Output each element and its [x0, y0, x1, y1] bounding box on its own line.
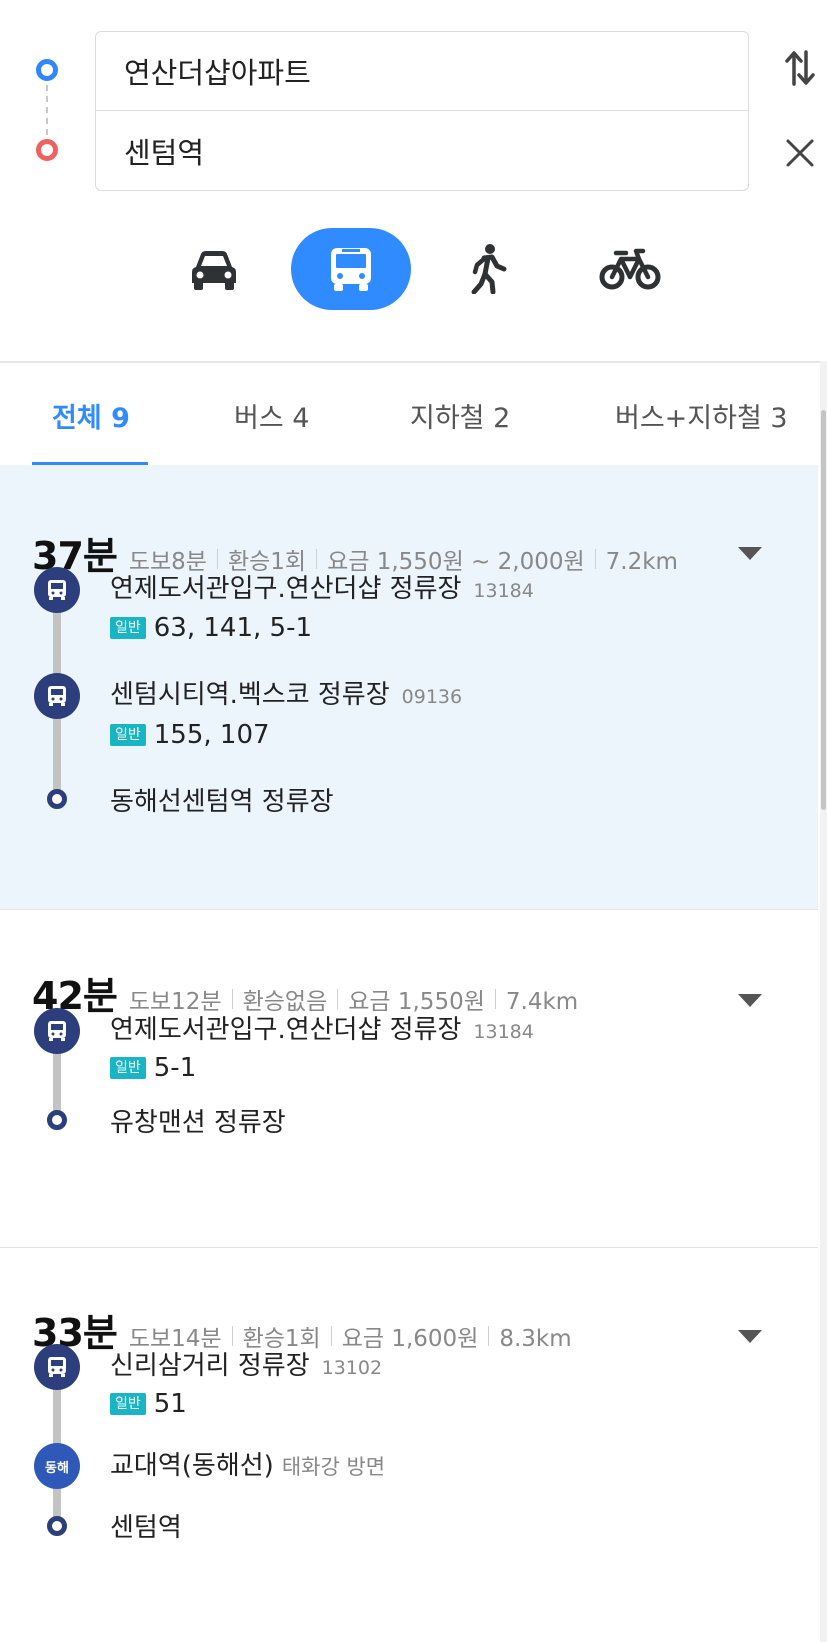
tab-all[interactable]: 전체 9	[52, 363, 130, 467]
bus-numbers: 일반 63, 141, 5-1	[110, 613, 312, 643]
meta-separator	[231, 989, 233, 1009]
route-distance: 7.2km	[605, 549, 678, 575]
transport-mode-selector	[0, 228, 827, 310]
bike-icon	[599, 248, 661, 290]
bus-numbers: 일반 155, 107	[110, 720, 270, 750]
arrival-marker-icon	[47, 1516, 67, 1536]
walk-icon	[471, 244, 507, 294]
stop-name: 연제도서관입구.연산더샵 정류장	[110, 574, 462, 604]
boarding-stop[interactable]: 연제도서관입구.연산더샵 정류장 13184	[110, 1009, 534, 1046]
meta-separator	[231, 1326, 233, 1346]
bus-type-badge: 일반	[110, 1393, 146, 1415]
meta-separator	[494, 989, 496, 1009]
mode-bike-button[interactable]	[590, 228, 670, 310]
chevron-down-icon	[738, 994, 762, 1007]
clear-button[interactable]	[778, 131, 822, 175]
swap-arrows-icon	[785, 50, 815, 86]
arrival-stop: 센텀역	[110, 1513, 182, 1543]
meta-separator	[488, 1326, 490, 1346]
transfer-stop[interactable]: 센텀시티역.벡스코 정류장 09136	[110, 674, 462, 711]
bus-icon	[48, 1021, 66, 1041]
meta-separator	[330, 1326, 332, 1346]
rail-direction: 태화강 방면	[281, 1455, 386, 1479]
route-summary: 37분 도보8분 환승1회 요금 1,550원 ~ 2,000원 7.2km	[32, 525, 678, 578]
mode-car-button[interactable]	[178, 228, 250, 310]
route-summary: 42분 도보12분 환승없음 요금 1,550원 7.4km	[32, 965, 578, 1018]
arrival-marker-icon	[47, 1110, 67, 1130]
stop-id: 13102	[321, 1357, 383, 1379]
stop-name: 센텀시티역.벡스코 정류장	[110, 680, 390, 710]
expand-route-button[interactable]	[736, 543, 764, 563]
stop-id: 13184	[473, 580, 534, 602]
close-icon	[786, 139, 814, 167]
bus-type-badge: 일반	[110, 617, 146, 639]
expand-route-button[interactable]	[736, 990, 764, 1010]
mode-transit-button[interactable]	[291, 228, 411, 310]
rail-line-badge: 동해	[34, 1443, 80, 1489]
bus-stop-badge	[34, 1344, 80, 1390]
tab-bus-subway[interactable]: 버스+지하철 3	[615, 363, 788, 467]
car-icon	[192, 251, 236, 290]
tab-subway[interactable]: 지하철 2	[410, 363, 510, 467]
bus-number-list: 51	[153, 1389, 187, 1419]
boarding-stop[interactable]: 신리삼거리 정류장 13102	[110, 1345, 382, 1382]
bus-numbers: 일반 51	[110, 1389, 187, 1419]
arrival-marker-icon	[47, 789, 67, 809]
bus-stop-badge	[34, 567, 80, 613]
bus-type-badge: 일반	[110, 1057, 146, 1079]
route-connector-line	[46, 85, 48, 135]
station-name: 교대역(동해선)	[110, 1451, 274, 1481]
bus-icon	[331, 248, 371, 291]
meta-separator	[337, 989, 339, 1009]
route-card[interactable]: 37분 도보8분 환승1회 요금 1,550원 ~ 2,000원 7.2km 연…	[0, 465, 818, 910]
tab-bus[interactable]: 버스 4	[234, 363, 309, 467]
route-distance: 8.3km	[499, 1326, 572, 1352]
route-card[interactable]: 42분 도보12분 환승없음 요금 1,550원 7.4km 연제도서관입구.연…	[0, 911, 818, 1248]
bus-stop-badge	[34, 1008, 80, 1054]
stop-name: 신리삼거리 정류장	[110, 1351, 310, 1381]
origin-input[interactable]: 연산더샵아파트	[95, 31, 749, 111]
stop-id: 09136	[401, 686, 463, 708]
stop-name: 연제도서관입구.연산더샵 정류장	[110, 1015, 462, 1045]
stop-id: 13184	[473, 1021, 534, 1043]
mode-walk-button[interactable]	[458, 228, 518, 310]
expand-route-button[interactable]	[736, 1326, 764, 1346]
scrollbar-thumb[interactable]	[821, 410, 826, 810]
bus-type-badge: 일반	[110, 724, 146, 746]
destination-input[interactable]: 센텀역	[95, 111, 749, 191]
route-summary: 33분 도보14분 환승1회 요금 1,600원 8.3km	[32, 1302, 572, 1355]
bus-number-list: 5-1	[153, 1053, 197, 1083]
chevron-down-icon	[738, 1330, 762, 1343]
meta-separator	[316, 549, 318, 569]
boarding-stop[interactable]: 연제도서관입구.연산더샵 정류장 13184	[110, 568, 534, 605]
bus-icon	[48, 1357, 66, 1377]
origin-marker-icon	[36, 59, 58, 81]
chevron-down-icon	[738, 547, 762, 560]
bus-icon	[48, 686, 66, 706]
route-search-panel: 연산더샵아파트 센텀역	[0, 0, 827, 200]
destination-marker-icon	[36, 139, 58, 161]
bus-stop-badge	[34, 673, 80, 719]
bus-number-list: 155, 107	[153, 720, 270, 750]
arrival-stop: 유창맨션 정류장	[110, 1108, 286, 1138]
meta-separator	[594, 549, 596, 569]
bus-icon	[48, 580, 66, 600]
route-filter-tabs: 전체 9 버스 4 지하철 2 버스+지하철 3	[0, 363, 820, 467]
arrival-stop: 동해선센텀역 정류장	[110, 787, 334, 817]
route-card[interactable]: 33분 도보14분 환승1회 요금 1,600원 8.3km 신리삼거리 정류장…	[0, 1249, 818, 1642]
bus-number-list: 63, 141, 5-1	[153, 613, 312, 643]
bus-numbers: 일반 5-1	[110, 1053, 196, 1083]
rail-station[interactable]: 교대역(동해선) 태화강 방면	[110, 1445, 385, 1482]
swap-button[interactable]	[778, 46, 822, 90]
meta-separator	[216, 549, 218, 569]
